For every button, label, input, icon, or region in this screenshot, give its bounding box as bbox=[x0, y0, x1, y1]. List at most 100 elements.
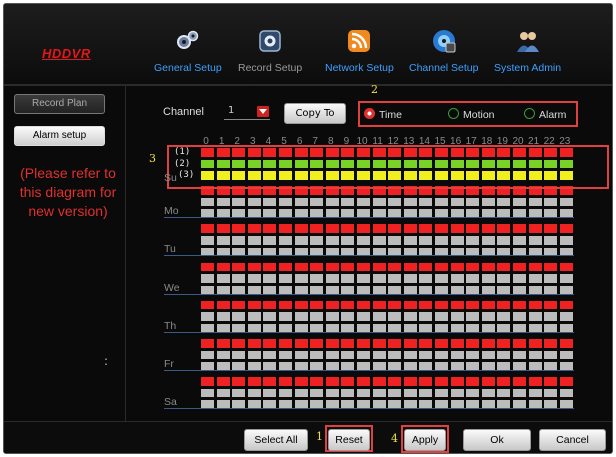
schedule-cell[interactable] bbox=[513, 224, 526, 234]
schedule-cell[interactable] bbox=[403, 224, 417, 234]
schedule-cell[interactable] bbox=[232, 350, 246, 360]
schedule-cell[interactable] bbox=[216, 274, 230, 283]
schedule-cell[interactable] bbox=[435, 312, 448, 322]
schedule-cell[interactable] bbox=[372, 339, 386, 348]
schedule-cell[interactable] bbox=[481, 274, 495, 283]
schedule-cell[interactable] bbox=[559, 312, 573, 322]
schedule-cell[interactable] bbox=[497, 197, 511, 207]
schedule-cell[interactable] bbox=[201, 312, 214, 322]
schedule-cell[interactable] bbox=[544, 197, 558, 207]
schedule-cell[interactable] bbox=[279, 274, 292, 283]
schedule-cell[interactable] bbox=[466, 224, 480, 234]
schedule-cell[interactable] bbox=[481, 339, 495, 348]
schedule-cell[interactable] bbox=[341, 388, 355, 398]
schedule-cell[interactable] bbox=[201, 274, 214, 283]
schedule-cell[interactable] bbox=[388, 312, 402, 322]
schedule-cell[interactable] bbox=[466, 300, 480, 310]
schedule-cell[interactable] bbox=[450, 300, 464, 310]
schedule-cell[interactable] bbox=[419, 224, 433, 234]
schedule-cell[interactable] bbox=[544, 339, 558, 348]
schedule-cell[interactable] bbox=[513, 312, 526, 322]
schedule-cell[interactable] bbox=[357, 274, 370, 283]
schedule-cell[interactable] bbox=[435, 224, 448, 234]
schedule-cell[interactable] bbox=[372, 377, 386, 386]
schedule-cell[interactable] bbox=[310, 197, 324, 207]
schedule-cell[interactable] bbox=[559, 274, 573, 283]
schedule-cell[interactable] bbox=[263, 350, 277, 360]
schedule-cell[interactable] bbox=[450, 350, 464, 360]
schedule-cell[interactable] bbox=[528, 388, 542, 398]
schedule-cell[interactable] bbox=[513, 339, 526, 348]
schedule-cell[interactable] bbox=[497, 300, 511, 310]
schedule-cell[interactable] bbox=[403, 312, 417, 322]
schedule-cell[interactable] bbox=[497, 350, 511, 360]
schedule-cell[interactable] bbox=[388, 197, 402, 207]
schedule-cell[interactable] bbox=[559, 300, 573, 310]
schedule-cell[interactable] bbox=[388, 388, 402, 398]
schedule-cell[interactable] bbox=[232, 224, 246, 234]
schedule-cell[interactable] bbox=[513, 377, 526, 386]
schedule-cell[interactable] bbox=[419, 377, 433, 386]
schedule-cell[interactable] bbox=[216, 197, 230, 207]
schedule-cell[interactable] bbox=[294, 339, 308, 348]
schedule-cell[interactable] bbox=[466, 197, 480, 207]
schedule-cell[interactable] bbox=[263, 274, 277, 283]
schedule-cell[interactable] bbox=[279, 312, 292, 322]
schedule-cell[interactable] bbox=[388, 377, 402, 386]
schedule-cell[interactable] bbox=[559, 224, 573, 234]
schedule-cell[interactable] bbox=[279, 388, 292, 398]
schedule-cell[interactable] bbox=[279, 224, 292, 234]
schedule-cell[interactable] bbox=[419, 236, 433, 245]
schedule-cell[interactable] bbox=[497, 388, 511, 398]
schedule-cell[interactable] bbox=[481, 388, 495, 398]
schedule-cell[interactable] bbox=[372, 350, 386, 360]
schedule-cell[interactable] bbox=[403, 388, 417, 398]
schedule-cell[interactable] bbox=[279, 197, 292, 207]
schedule-cell[interactable] bbox=[559, 388, 573, 398]
schedule-cell[interactable] bbox=[310, 377, 324, 386]
schedule-cell[interactable] bbox=[357, 197, 370, 207]
schedule-cell[interactable] bbox=[294, 312, 308, 322]
schedule-cell[interactable] bbox=[481, 312, 495, 322]
schedule-cell[interactable] bbox=[388, 224, 402, 234]
schedule-cell[interactable] bbox=[294, 300, 308, 310]
schedule-cell[interactable] bbox=[419, 350, 433, 360]
schedule-cell[interactable] bbox=[263, 262, 277, 272]
schedule-cell[interactable] bbox=[388, 300, 402, 310]
schedule-cell[interactable] bbox=[216, 377, 230, 386]
schedule-cell[interactable] bbox=[201, 262, 214, 272]
schedule-cell[interactable] bbox=[232, 300, 246, 310]
schedule-cell[interactable] bbox=[372, 262, 386, 272]
schedule-cell[interactable] bbox=[388, 339, 402, 348]
schedule-cell[interactable] bbox=[279, 377, 292, 386]
schedule-cell[interactable] bbox=[294, 350, 308, 360]
schedule-cell[interactable] bbox=[419, 388, 433, 398]
schedule-cell[interactable] bbox=[232, 274, 246, 283]
schedule-cell[interactable] bbox=[403, 274, 417, 283]
schedule-cell[interactable] bbox=[435, 274, 448, 283]
schedule-cell[interactable] bbox=[357, 339, 370, 348]
schedule-cell[interactable] bbox=[544, 262, 558, 272]
schedule-cell[interactable] bbox=[341, 224, 355, 234]
schedule-cell[interactable] bbox=[544, 312, 558, 322]
schedule-cell[interactable] bbox=[403, 300, 417, 310]
schedule-cell[interactable] bbox=[263, 312, 277, 322]
schedule-cell[interactable] bbox=[372, 197, 386, 207]
schedule-cell[interactable] bbox=[528, 236, 542, 245]
schedule-cell[interactable] bbox=[247, 388, 261, 398]
schedule-cell[interactable] bbox=[419, 339, 433, 348]
schedule-cell[interactable] bbox=[310, 312, 324, 322]
schedule-cell[interactable] bbox=[544, 350, 558, 360]
schedule-cell[interactable] bbox=[419, 300, 433, 310]
radio-time[interactable]: Time bbox=[364, 108, 402, 121]
channel-select[interactable]: 1 bbox=[224, 105, 270, 120]
schedule-cell[interactable] bbox=[403, 339, 417, 348]
schedule-cell[interactable] bbox=[201, 339, 214, 348]
schedule-cell[interactable] bbox=[466, 388, 480, 398]
schedule-cell[interactable] bbox=[481, 224, 495, 234]
schedule-cell[interactable] bbox=[294, 274, 308, 283]
schedule-cell[interactable] bbox=[466, 377, 480, 386]
apply-button[interactable]: Apply bbox=[404, 429, 446, 451]
schedule-cell[interactable] bbox=[450, 339, 464, 348]
schedule-cell[interactable] bbox=[481, 300, 495, 310]
